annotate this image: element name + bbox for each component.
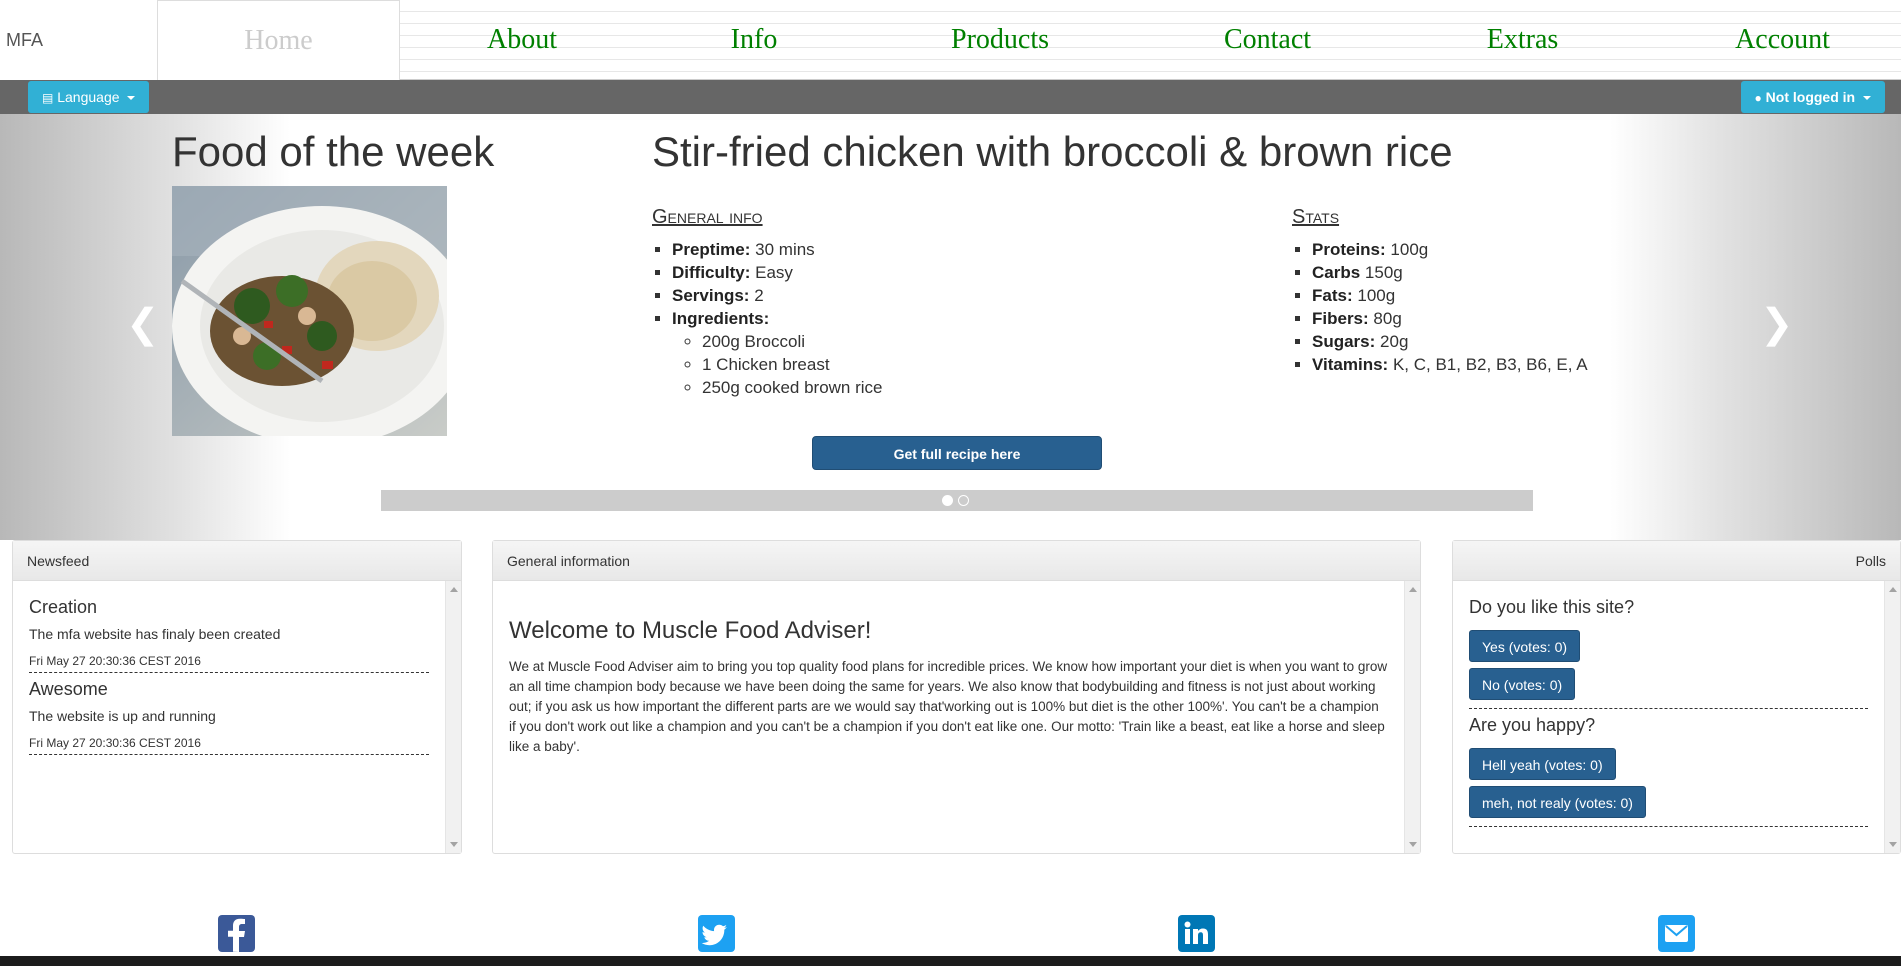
poll-question: Are you happy?: [1469, 715, 1596, 735]
top-navbar: MFA Home About Info Products Contact Ext…: [0, 0, 1901, 80]
vote-yes-button[interactable]: Yes (votes: 0): [1469, 630, 1581, 662]
news-item: Creation The mfa website has finaly been…: [29, 597, 429, 673]
list-item: Difficulty: Easy: [672, 261, 883, 284]
language-dropdown[interactable]: ▤ Language: [28, 81, 150, 113]
os-taskbar: [0, 956, 1901, 966]
chevron-down-icon: [127, 96, 136, 101]
account-dropdown[interactable]: ● Not logged in: [1740, 81, 1885, 113]
polls-scrollbar[interactable]: [1884, 581, 1900, 853]
nav-contact[interactable]: Contact: [1190, 0, 1345, 80]
nav-about[interactable]: About: [442, 0, 602, 80]
stats-list: Proteins: 100g Carbs 150g Fats: 100g Fib…: [1292, 238, 1588, 376]
list-item: Servings: 2: [672, 284, 883, 307]
welcome-heading: Welcome to Muscle Food Adviser!: [509, 617, 872, 644]
list-item: Fibers: 80g: [1312, 307, 1588, 330]
general-info-body[interactable]: Welcome to Muscle Food Adviser! We at Mu…: [493, 581, 1420, 853]
welcome-text: We at Muscle Food Adviser aim to bring y…: [509, 659, 1388, 754]
general-scrollbar[interactable]: [1404, 581, 1420, 853]
nav-extras[interactable]: Extras: [1450, 0, 1595, 80]
nav-products[interactable]: Products: [920, 0, 1080, 80]
brand-logo[interactable]: MFA: [0, 0, 157, 80]
poll: Are you happy? Hell yeah (votes: 0) meh,…: [1469, 715, 1868, 827]
recipe-title: Stir-fried chicken with broccoli & brown…: [652, 128, 1453, 175]
list-item: 1 Chicken breast: [702, 353, 883, 376]
polls-title: Polls: [1453, 541, 1900, 581]
carousel-dot-1[interactable]: [942, 495, 953, 506]
list-item: 250g cooked brown rice: [702, 376, 883, 399]
nav-account[interactable]: Account: [1700, 0, 1865, 80]
food-image: [172, 186, 447, 436]
food-carousel: ❮ ❯ Food of the week Stir-fried chicken …: [0, 114, 1901, 540]
vote-no-button[interactable]: No (votes: 0): [1469, 668, 1576, 700]
list-item: Preptime: 30 mins: [672, 238, 883, 261]
linkedin-icon[interactable]: [1178, 915, 1215, 952]
news-text: The website is up and running: [29, 708, 216, 724]
facebook-icon[interactable]: [218, 915, 255, 952]
newsfeed-title: Newsfeed: [13, 541, 461, 581]
user-icon: ●: [1754, 91, 1762, 105]
general-info-heading: General info: [652, 206, 763, 228]
ingredients-list: 200g Broccoli 1 Chicken breast 250g cook…: [672, 330, 883, 399]
twitter-icon[interactable]: [698, 915, 735, 952]
food-of-week-heading: Food of the week: [172, 128, 495, 175]
scroll-down-icon[interactable]: [1409, 842, 1417, 847]
newsfeed-scrollbar[interactable]: [445, 581, 461, 853]
mail-icon[interactable]: [1658, 915, 1695, 952]
list-item: Proteins: 100g: [1312, 238, 1588, 261]
news-title: Awesome: [29, 679, 108, 699]
polls-panel: Polls Do you like this site? Yes (votes:…: [1452, 540, 1901, 854]
scroll-down-icon[interactable]: [450, 842, 458, 847]
list-item: Ingredients: 200g Broccoli 1 Chicken bre…: [672, 307, 883, 399]
general-info-list: Preptime: 30 mins Difficulty: Easy Servi…: [652, 238, 883, 399]
nav-info[interactable]: Info: [694, 0, 814, 80]
news-date: Fri May 27 20:30:36 CEST 2016: [29, 654, 201, 668]
news-item: Awesome The website is up and running Fr…: [29, 679, 429, 755]
list-item: Carbs 150g: [1312, 261, 1588, 284]
language-icon: ▤: [42, 91, 54, 105]
carousel-indicators: [381, 490, 1533, 511]
newsfeed-panel: Newsfeed Creation The mfa website has fi…: [12, 540, 462, 854]
news-text: The mfa website has finaly been created: [29, 626, 281, 642]
scroll-up-icon[interactable]: [450, 587, 458, 592]
news-title: Creation: [29, 597, 98, 617]
vote-meh-button[interactable]: meh, not realy (votes: 0): [1469, 786, 1646, 818]
carousel-next-icon[interactable]: ❯: [1760, 304, 1794, 344]
scroll-up-icon[interactable]: [1889, 587, 1897, 592]
general-info-panel: General information Welcome to Muscle Fo…: [492, 540, 1421, 854]
vote-hell-yeah-button[interactable]: Hell yeah (votes: 0): [1469, 748, 1616, 780]
account-label: Not logged in: [1765, 89, 1856, 105]
poll-question: Do you like this site?: [1469, 597, 1635, 617]
polls-body[interactable]: Do you like this site? Yes (votes: 0) No…: [1453, 581, 1900, 853]
list-item: Vitamins: K, C, B1, B2, B3, B6, E, A: [1312, 353, 1588, 376]
language-label: Language: [57, 89, 120, 105]
list-item: Fats: 100g: [1312, 284, 1588, 307]
scroll-down-icon[interactable]: [1889, 842, 1897, 847]
nav-home[interactable]: Home: [157, 0, 400, 80]
get-recipe-button[interactable]: Get full recipe here: [812, 436, 1102, 470]
stats-heading: Stats: [1292, 206, 1340, 228]
carousel-prev-icon[interactable]: ❮: [126, 304, 160, 344]
toolbar: ▤ Language ● Not logged in: [0, 80, 1901, 114]
news-date: Fri May 27 20:30:36 CEST 2016: [29, 736, 201, 750]
newsfeed-body[interactable]: Creation The mfa website has finaly been…: [13, 581, 461, 853]
list-item: Sugars: 20g: [1312, 330, 1588, 353]
list-item: 200g Broccoli: [702, 330, 883, 353]
carousel-dot-2[interactable]: [958, 495, 969, 506]
scroll-up-icon[interactable]: [1409, 587, 1417, 592]
general-info-title: General information: [493, 541, 1420, 581]
chevron-down-icon: [1863, 96, 1871, 101]
poll: Do you like this site? Yes (votes: 0) No…: [1469, 597, 1868, 709]
